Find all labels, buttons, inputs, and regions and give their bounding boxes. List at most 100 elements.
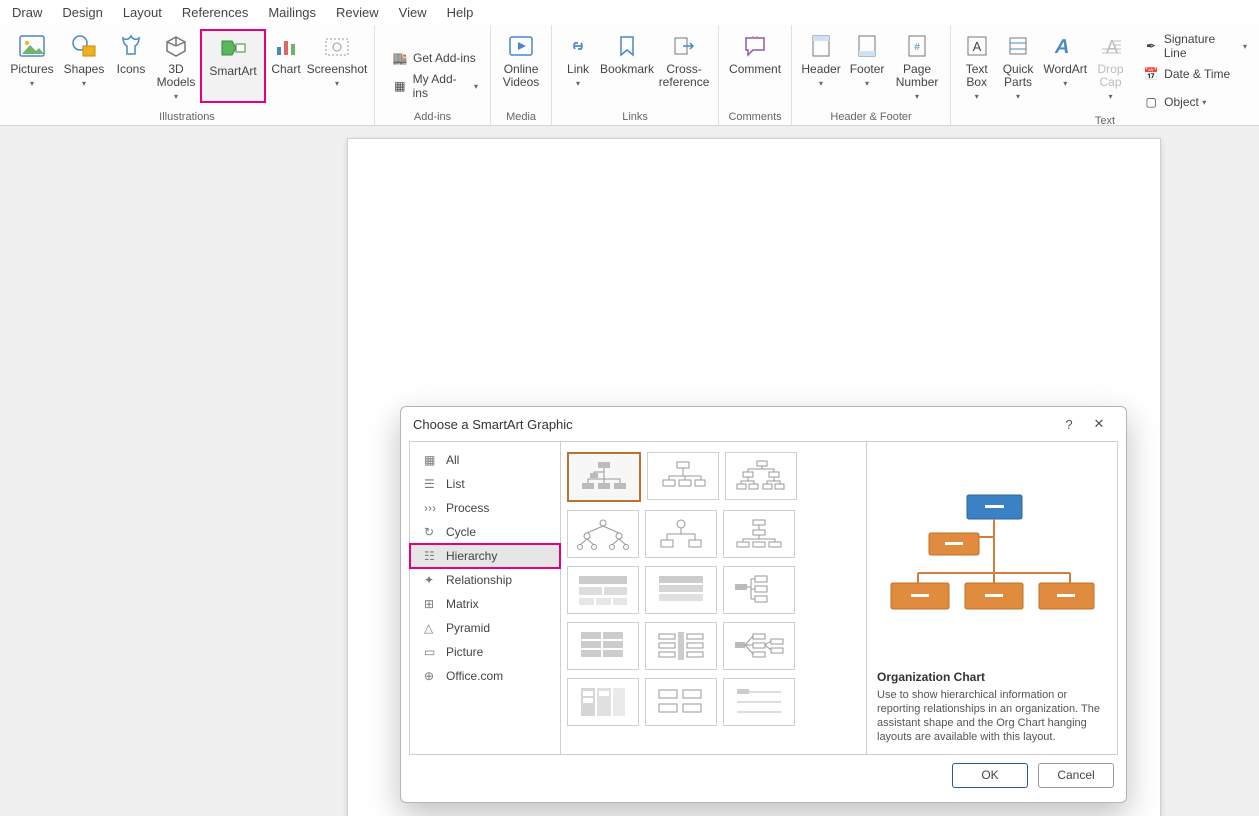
category-list[interactable]: ☰List <box>410 472 560 496</box>
tab-layout[interactable]: Layout <box>113 0 172 25</box>
layout-thumb-13[interactable] <box>567 678 639 726</box>
quick-parts-label: Quick Parts <box>1003 63 1034 89</box>
layout-thumb-2[interactable] <box>647 452 719 500</box>
tab-help[interactable]: Help <box>437 0 484 25</box>
bookmark-label: Bookmark <box>600 63 654 76</box>
3d-models-button[interactable]: 3D Models▾ <box>152 29 200 103</box>
page-number-button[interactable]: # Page Number▾ <box>890 29 944 103</box>
layout-thumb-4[interactable] <box>567 510 639 558</box>
help-button[interactable]: ? <box>1054 417 1084 432</box>
category-relationship[interactable]: ✦Relationship <box>410 568 560 592</box>
cancel-button[interactable]: Cancel <box>1038 763 1114 788</box>
drop-cap-button[interactable]: A Drop Cap▾ <box>1091 29 1130 103</box>
chart-button[interactable]: Chart <box>266 29 306 76</box>
object-icon: ▢ <box>1142 95 1160 109</box>
comment-button[interactable]: Comment <box>725 29 785 76</box>
layout-thumb-3[interactable] <box>725 452 797 500</box>
shapes-icon <box>71 33 97 59</box>
wordart-label: WordArt <box>1043 63 1087 76</box>
shapes-button[interactable]: Shapes▾ <box>58 29 110 90</box>
layout-thumb-8[interactable] <box>645 566 717 614</box>
process-icon: ››› <box>424 501 446 515</box>
link-button[interactable]: Link▾ <box>558 29 598 90</box>
smartart-dialog: Choose a SmartArt Graphic ? ✕ ▦All ☰List… <box>400 406 1127 803</box>
category-office-com[interactable]: ⊕Office.com <box>410 664 560 688</box>
office-icon: ⊕ <box>424 669 446 683</box>
layout-thumb-10[interactable] <box>567 622 639 670</box>
tab-draw[interactable]: Draw <box>2 0 52 25</box>
bookmark-button[interactable]: Bookmark <box>598 29 656 76</box>
close-button[interactable]: ✕ <box>1084 416 1114 432</box>
layout-thumb-15[interactable] <box>723 678 795 726</box>
category-picture[interactable]: ▭Picture <box>410 640 560 664</box>
quick-parts-button[interactable]: Quick Parts▾ <box>996 29 1039 103</box>
category-matrix[interactable]: ⊞Matrix <box>410 592 560 616</box>
header-label: Header <box>801 63 840 76</box>
document-area: Choose a SmartArt Graphic ? ✕ ▦All ☰List… <box>0 126 1259 816</box>
icons-button[interactable]: Icons <box>110 29 152 76</box>
screenshot-button[interactable]: Screenshot▾ <box>306 29 368 90</box>
category-hierarchy[interactable]: ☷Hierarchy <box>410 544 560 568</box>
pictures-button[interactable]: Pictures▾ <box>6 29 58 90</box>
layout-thumb-9[interactable] <box>723 566 795 614</box>
preview-description: Use to show hierarchical information or … <box>877 688 1107 744</box>
all-icon: ▦ <box>424 453 446 467</box>
smartart-icon <box>218 35 248 61</box>
layout-thumb-12[interactable] <box>723 622 795 670</box>
get-addins-label: Get Add-ins <box>413 51 476 65</box>
tab-review[interactable]: Review <box>326 0 389 25</box>
date-time-button[interactable]: 📅 Date & Time <box>1136 63 1253 85</box>
tab-view[interactable]: View <box>389 0 437 25</box>
smartart-button[interactable]: SmartArt <box>200 29 266 103</box>
category-process[interactable]: ›››Process <box>410 496 560 520</box>
header-button[interactable]: Header▾ <box>798 29 844 90</box>
pyramid-icon: △ <box>424 621 446 635</box>
category-all[interactable]: ▦All <box>410 448 560 472</box>
group-comments: Comment Comments <box>719 25 792 125</box>
link-label: Link <box>567 63 589 76</box>
ok-button[interactable]: OK <box>952 763 1028 788</box>
layout-thumb-1[interactable] <box>567 452 641 502</box>
tab-references[interactable]: References <box>172 0 258 25</box>
layout-thumb-6[interactable] <box>723 510 795 558</box>
comment-icon <box>743 33 767 59</box>
layout-thumb-7[interactable] <box>567 566 639 614</box>
screenshot-label: Screenshot <box>307 63 368 76</box>
category-pyramid[interactable]: △Pyramid <box>410 616 560 640</box>
layout-gallery <box>561 442 867 754</box>
my-addins-button[interactable]: ▦My Add-ins ▾ <box>385 75 484 97</box>
group-label-illustrations: Illustrations <box>159 109 215 125</box>
tab-design[interactable]: Design <box>52 0 112 25</box>
layout-thumb-14[interactable] <box>645 678 717 726</box>
cross-reference-button[interactable]: Cross- reference <box>656 29 712 89</box>
date-time-label: Date & Time <box>1164 67 1230 81</box>
crossref-icon <box>673 33 695 59</box>
category-list: ▦All ☰List ›››Process ↻Cycle ☷Hierarchy … <box>410 442 561 754</box>
group-label-addins: Add-ins <box>414 109 451 125</box>
footer-label: Footer <box>850 63 885 76</box>
layout-thumb-5[interactable] <box>645 510 717 558</box>
group-text: A Text Box▾ Quick Parts▾ A WordArt▾ A Dr… <box>951 25 1259 125</box>
layout-thumb-11[interactable] <box>645 622 717 670</box>
online-videos-button[interactable]: Online Videos <box>497 29 545 89</box>
header-icon <box>811 33 831 59</box>
footer-button[interactable]: Footer▾ <box>844 29 890 90</box>
category-cycle[interactable]: ↻Cycle <box>410 520 560 544</box>
link-icon <box>567 33 589 59</box>
dialog-title: Choose a SmartArt Graphic <box>413 417 573 432</box>
group-label-links: Links <box>622 109 648 125</box>
wordart-button[interactable]: A WordArt▾ <box>1040 29 1091 90</box>
get-addins-button[interactable]: 🏬Get Add-ins <box>385 47 482 69</box>
calendar-icon: 📅 <box>1142 67 1160 81</box>
group-header-footer: Header▾ Footer▾ # Page Number▾ Header & … <box>792 25 951 125</box>
text-box-icon: A <box>966 33 988 59</box>
chart-icon <box>275 33 297 59</box>
svg-text:A: A <box>1053 36 1072 57</box>
svg-text:#: # <box>914 42 920 53</box>
cube-icon <box>164 33 188 59</box>
text-box-button[interactable]: A Text Box▾ <box>957 29 996 103</box>
signature-line-button[interactable]: ✒Signature Line ▾ <box>1136 35 1253 57</box>
quick-parts-icon <box>1007 33 1029 59</box>
object-button[interactable]: ▢Object ▾ <box>1136 91 1253 113</box>
tab-mailings[interactable]: Mailings <box>258 0 326 25</box>
